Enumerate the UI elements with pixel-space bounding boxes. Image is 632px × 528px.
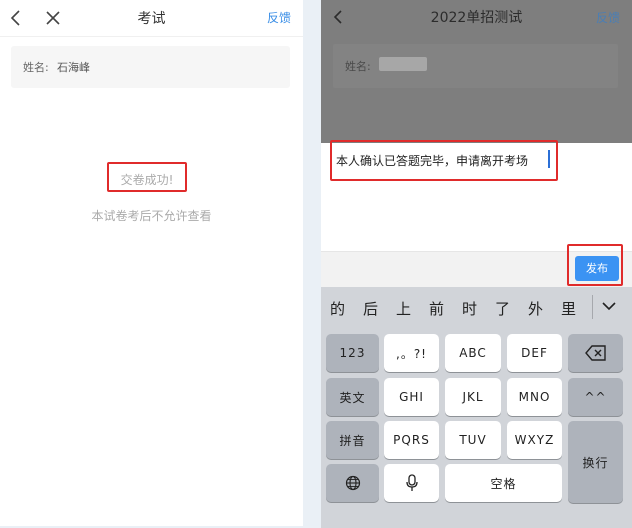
- key-abc[interactable]: ABC: [445, 334, 501, 372]
- feedback-link[interactable]: 反馈: [596, 9, 620, 26]
- name-label: 姓名:: [345, 60, 371, 73]
- candidate-1[interactable]: 后: [363, 298, 378, 319]
- submit-success-text: 交卷成功!: [120, 173, 174, 187]
- page-title: 考试: [137, 11, 166, 27]
- candidate-0[interactable]: 的: [330, 298, 345, 319]
- candidate-separator: [592, 295, 593, 319]
- candidate-7[interactable]: 里: [561, 298, 576, 319]
- dimmed-header-area: 2022单招测试 反馈 姓名:: [321, 0, 632, 143]
- key-def[interactable]: DEF: [507, 334, 562, 372]
- key-wxyz[interactable]: WXYZ: [507, 421, 562, 459]
- key-punct[interactable]: ,。?!: [384, 334, 439, 372]
- key-enter[interactable]: 换行: [568, 421, 623, 503]
- candidate-5[interactable]: 了: [495, 298, 510, 319]
- name-label: 姓名:: [23, 61, 49, 74]
- key-jkl[interactable]: JKL: [445, 378, 501, 416]
- backspace-icon: [584, 345, 606, 361]
- key-microphone[interactable]: [384, 464, 439, 502]
- key-globe[interactable]: [326, 464, 379, 502]
- name-value-blurred: [379, 57, 427, 71]
- keyboard: 的 后 上 前 时 了 外 里 123 ,。?! ABC DEF 英文 GHI …: [321, 287, 632, 528]
- key-pqrs[interactable]: PQRS: [384, 421, 439, 459]
- page-title: 2022单招测试: [430, 10, 523, 26]
- left-screen: 考试 反馈 姓名: 石海峰 交卷成功! 本试卷考后不允许查看: [0, 0, 303, 526]
- comment-text-highlight[interactable]: 本人确认已答题完毕，申请离开考场: [330, 140, 558, 181]
- right-screen: 2022单招测试 反馈 姓名: 本人确认已答题完毕，申请离开考场 发布 的 后 …: [321, 0, 632, 528]
- key-mno[interactable]: MNO: [507, 378, 562, 416]
- candidate-bar: 的 后 上 前 时 了 外 里: [321, 287, 632, 327]
- submit-success-highlight: 交卷成功!: [107, 162, 187, 192]
- publish-button[interactable]: 发布: [575, 256, 619, 281]
- key-ghi[interactable]: GHI: [384, 378, 439, 416]
- key-english[interactable]: 英文: [326, 378, 379, 416]
- key-emoticon[interactable]: ^^: [568, 378, 623, 416]
- chevron-down-icon[interactable]: [601, 299, 617, 313]
- candidate-4[interactable]: 时: [462, 298, 477, 319]
- name-value: 石海峰: [57, 61, 90, 74]
- name-card: 姓名: 石海峰: [11, 46, 290, 88]
- comment-text: 本人确认已答题完毕，申请离开考场: [336, 154, 529, 168]
- microphone-icon: [405, 474, 418, 491]
- feedback-link[interactable]: 反馈: [267, 9, 291, 26]
- text-caret: [548, 150, 550, 168]
- key-123[interactable]: 123: [326, 334, 379, 372]
- key-pinyin[interactable]: 拼音: [326, 421, 379, 459]
- key-tuv[interactable]: TUV: [445, 421, 501, 459]
- globe-icon: [345, 475, 360, 491]
- backspace-key[interactable]: [568, 334, 623, 372]
- key-space[interactable]: 空格: [445, 464, 562, 502]
- candidate-6[interactable]: 外: [528, 298, 543, 319]
- candidate-2[interactable]: 上: [396, 298, 411, 319]
- no-review-note: 本试卷考后不允许查看: [91, 209, 212, 223]
- candidate-3[interactable]: 前: [429, 298, 444, 319]
- top-nav-bar: 考试 反馈: [0, 0, 303, 37]
- name-card: 姓名:: [333, 44, 618, 88]
